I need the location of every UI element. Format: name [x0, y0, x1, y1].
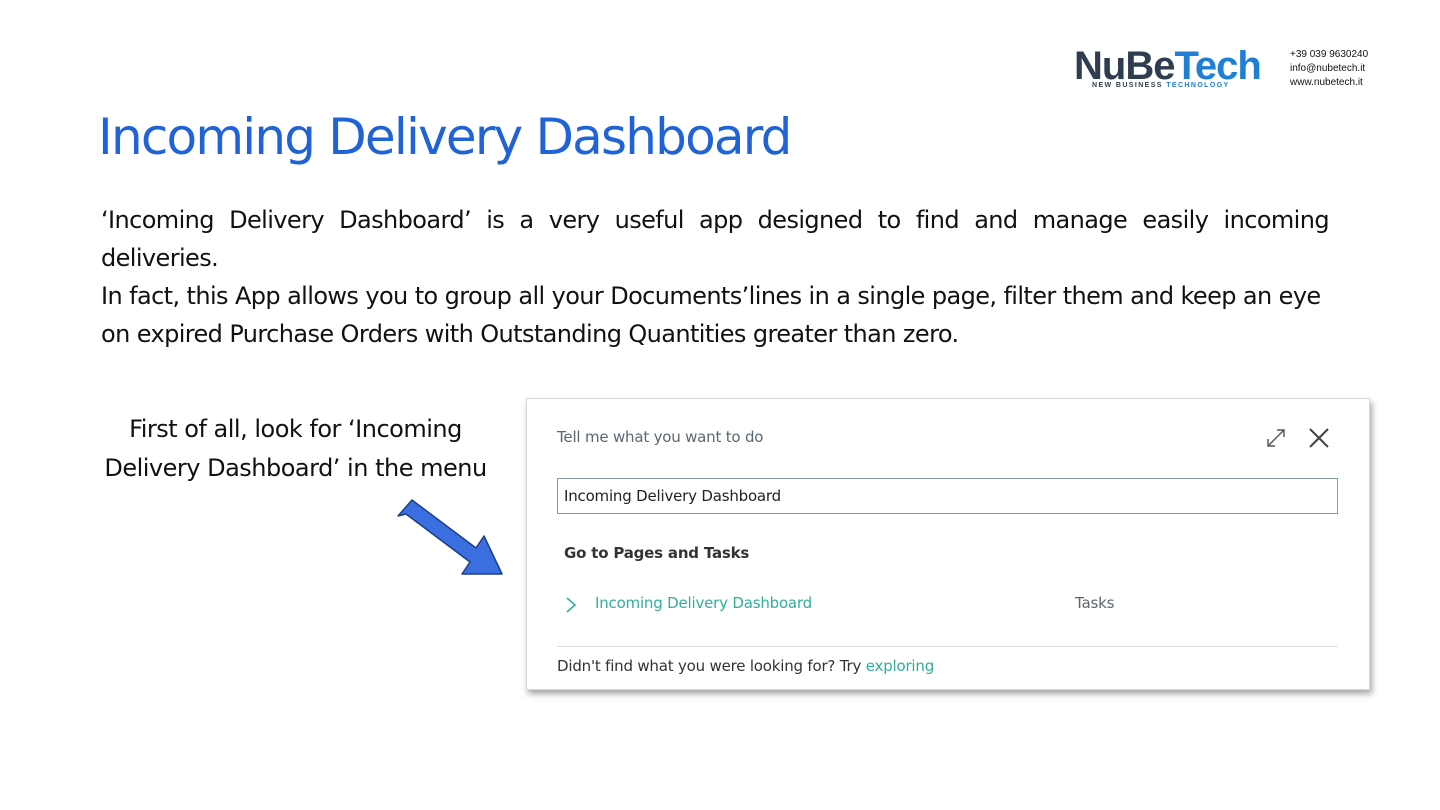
contact-email: info@nubetech.it [1290, 63, 1366, 74]
search-result-name[interactable]: Incoming Delivery Dashboard [595, 594, 812, 612]
slide-description: ‘Incoming Delivery Dashboard’ is a very … [101, 201, 1330, 353]
arrow-right-down-icon [397, 499, 503, 575]
expand-icon[interactable] [1265, 427, 1287, 449]
logo-tagline-blue: TECHNOLOGY [1166, 82, 1230, 89]
tell-me-dialog: Tell me what you want to do Go to Pages … [526, 398, 1370, 690]
search-result-row[interactable]: Incoming Delivery Dashboard Tasks [557, 589, 1338, 619]
contact-website: www.nubetech.it [1290, 77, 1363, 88]
instruction-text: First of all, look for ‘Incoming Deliver… [104, 415, 487, 482]
slide-title: Incoming Delivery Dashboard [98, 108, 792, 166]
description-paragraph-1: ‘Incoming Delivery Dashboard’ is a very … [101, 206, 1330, 272]
close-icon[interactable] [1307, 426, 1331, 450]
logo-tagline-dark: NEW BUSINESS [1092, 82, 1167, 89]
section-heading-pages-tasks: Go to Pages and Tasks [564, 544, 750, 562]
search-input[interactable] [557, 478, 1338, 514]
exploring-link[interactable]: exploring [866, 657, 934, 675]
contact-phone: +39 039 9630240 [1290, 49, 1369, 60]
description-paragraph-2: In fact, this App allows you to group al… [101, 282, 1321, 348]
contact-info: +39 039 9630240 info@nubetech.it www.nub… [1290, 48, 1368, 90]
dialog-prompt: Tell me what you want to do [557, 428, 764, 446]
dialog-footer: Didn't find what you were looking for? T… [557, 657, 934, 675]
logo-tagline: NEW BUSINESS TECHNOLOGY [1092, 82, 1230, 89]
search-result-category: Tasks [1075, 594, 1115, 612]
chevron-right-icon [566, 597, 577, 613]
divider [557, 646, 1338, 647]
footer-text: Didn't find what you were looking for? T… [557, 657, 866, 675]
nubetech-logo: NuBeTech NEW BUSINESS TECHNOLOGY [1074, 44, 1264, 94]
